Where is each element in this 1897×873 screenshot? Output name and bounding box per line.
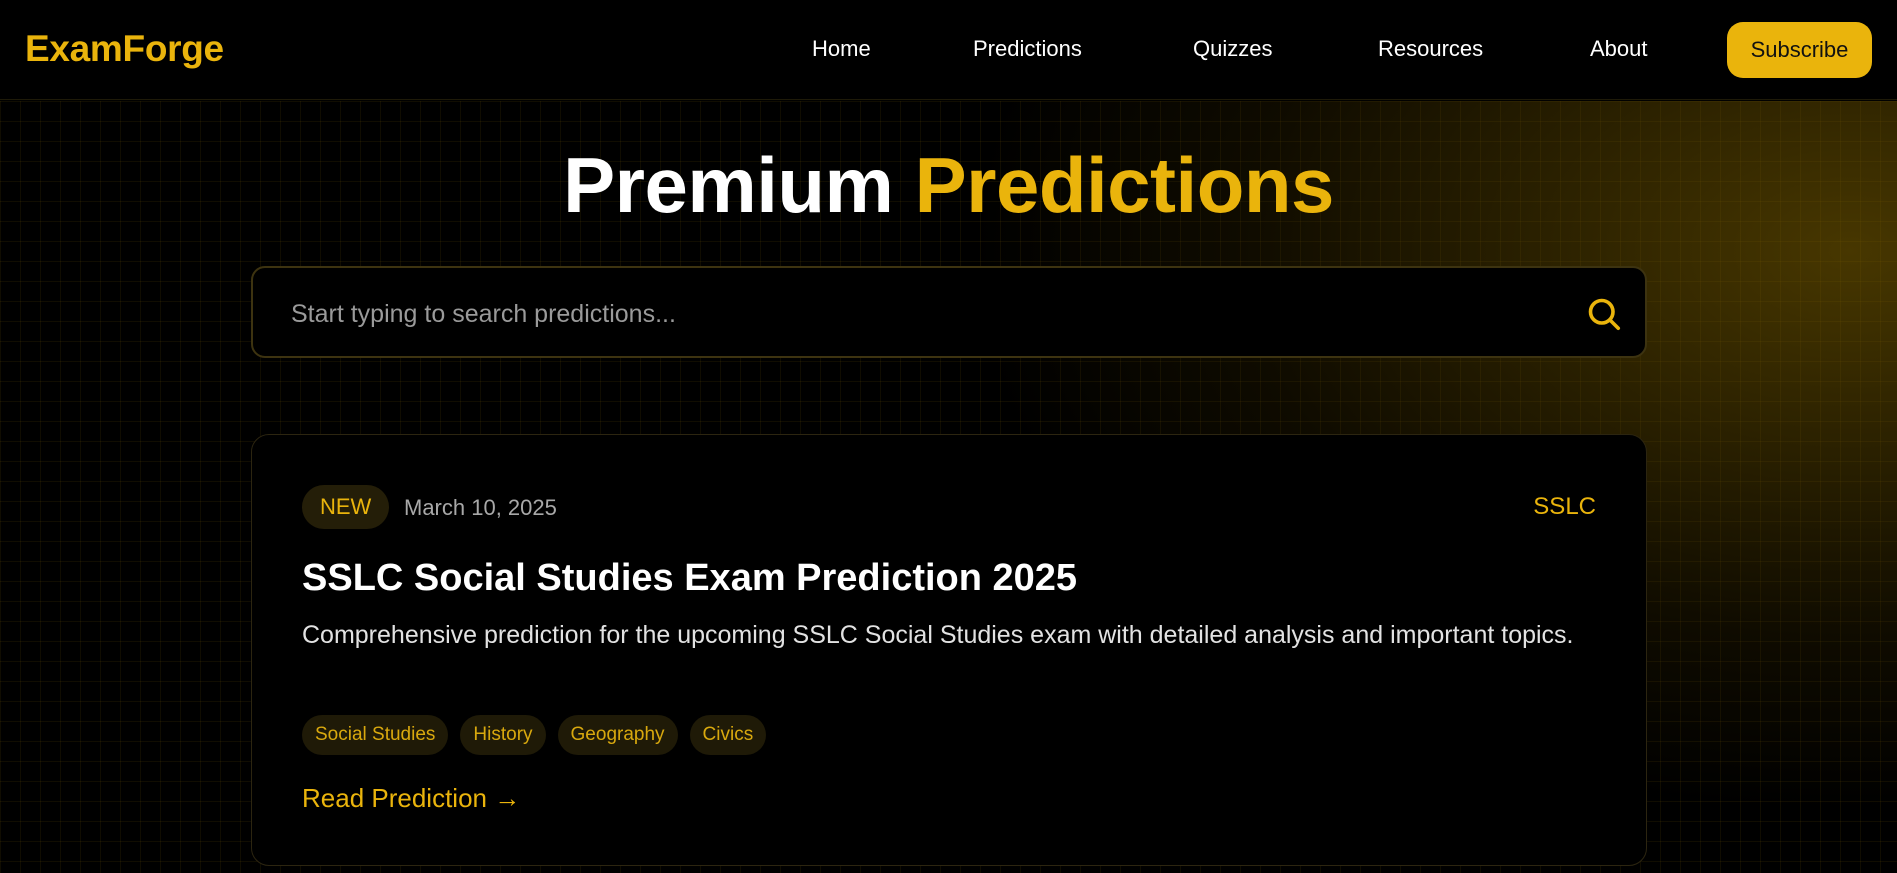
nav-link-about[interactable]: About: [1590, 36, 1648, 62]
card-title[interactable]: SSLC Social Studies Exam Prediction 2025: [302, 557, 1077, 600]
top-navbar: ExamForge Home Predictions Quizzes Resou…: [0, 0, 1897, 100]
nav-link-predictions[interactable]: Predictions: [973, 36, 1082, 62]
nav-links: Home Predictions Quizzes Resources About: [0, 36, 1897, 66]
new-badge: NEW: [302, 485, 390, 529]
nav-link-resources[interactable]: Resources: [1378, 36, 1483, 62]
prediction-card[interactable]: NEW March 10, 2025 SSLC SSLC Social Stud…: [251, 434, 1647, 866]
post-date: March 10, 2025: [404, 495, 557, 520]
tag-list: Social Studies History Geography Civics: [302, 715, 778, 755]
tag-history[interactable]: History: [460, 715, 546, 755]
search-input[interactable]: [291, 294, 1541, 334]
nav-link-quizzes[interactable]: Quizzes: [1193, 36, 1272, 62]
search-box: [251, 266, 1647, 358]
search-icon[interactable]: [1586, 296, 1622, 332]
category-label: SSLC: [1533, 493, 1596, 520]
page-title-main: Premium: [563, 141, 894, 229]
subscribe-button[interactable]: Subscribe: [1727, 22, 1872, 78]
page-title: Premium Predictions: [0, 140, 1897, 231]
tag-geography[interactable]: Geography: [557, 715, 678, 755]
nav-link-home[interactable]: Home: [812, 36, 871, 62]
read-prediction-link[interactable]: Read Prediction →: [302, 783, 520, 814]
tag-civics[interactable]: Civics: [689, 715, 767, 755]
tag-social-studies[interactable]: Social Studies: [302, 715, 449, 755]
page-title-accent: Predictions: [914, 141, 1335, 229]
card-description: Comprehensive prediction for the upcomin…: [302, 621, 1574, 649]
